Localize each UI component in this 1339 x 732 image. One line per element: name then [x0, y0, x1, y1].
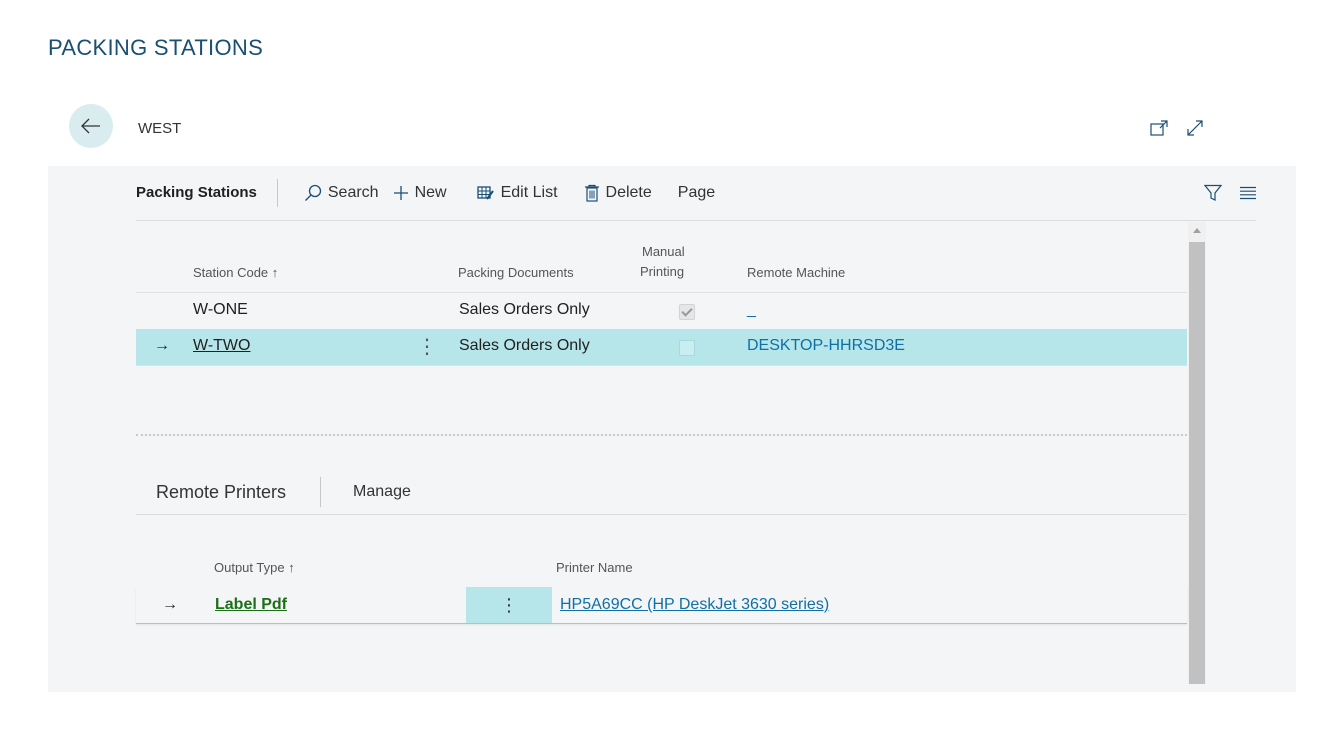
edit-list-button[interactable]: Edit List [476, 184, 558, 202]
header-packing-documents[interactable]: Packing Documents [458, 265, 574, 280]
scroll-up-icon[interactable] [1193, 228, 1201, 233]
station-code-cell[interactable]: W-TWO [193, 337, 250, 355]
content-card: Packing Stations Search New Edit List De… [48, 166, 1296, 692]
search-label: Search [327, 184, 379, 201]
table-row[interactable]: W-ONE Sales Orders Only _ [136, 292, 1187, 330]
header-remote-machine[interactable]: Remote Machine [747, 265, 845, 280]
vertical-scrollbar[interactable] [1188, 222, 1206, 684]
page-label: Page [677, 184, 716, 201]
new-label: New [414, 184, 447, 201]
page-title: PACKING STATIONS [48, 35, 264, 60]
scrollbar-thumb[interactable] [1189, 242, 1205, 684]
header-output-type[interactable]: Output Type ↑ [214, 560, 295, 575]
top-icons [1148, 117, 1206, 139]
trash-icon [584, 184, 599, 202]
subpage-row[interactable]: → Label Pdf ⋮ HP5A69CC (HP DeskJet 3630 … [136, 587, 1187, 624]
expand-icon[interactable] [1184, 117, 1206, 139]
header-station-code[interactable]: Station Code ↑ [193, 265, 278, 280]
edit-list-icon [476, 186, 494, 200]
manage-button[interactable]: Manage [353, 483, 411, 501]
header-manual-printing-line2[interactable]: Printing [640, 264, 684, 279]
back-button[interactable] [69, 104, 113, 148]
new-button[interactable]: New [393, 184, 447, 202]
open-new-window-icon[interactable] [1148, 117, 1170, 139]
station-code-cell[interactable]: W-ONE [193, 301, 248, 319]
filter-icon[interactable] [1204, 184, 1222, 202]
record-title: WEST [138, 120, 182, 137]
row-menu-icon[interactable]: ⋮ [466, 587, 552, 623]
delete-button[interactable]: Delete [584, 184, 652, 202]
manual-printing-checkbox[interactable] [679, 340, 695, 356]
right-icons [1204, 184, 1256, 202]
remote-machine-cell[interactable]: DESKTOP-HHRSD3E [747, 337, 905, 355]
manual-printing-checkbox[interactable] [679, 304, 695, 320]
header-printer-name[interactable]: Printer Name [556, 560, 633, 575]
subpage-action-bar: Remote Printers Manage [136, 470, 1187, 515]
remote-machine-cell[interactable]: _ [747, 301, 756, 319]
row-marker-icon: → [154, 337, 170, 354]
delete-label: Delete [605, 184, 652, 201]
subpage-caption: Remote Printers [156, 477, 322, 507]
list-caption: Packing Stations [136, 179, 278, 207]
packing-documents-cell[interactable]: Sales Orders Only [459, 337, 590, 355]
printer-name-cell[interactable]: HP5A69CC (HP DeskJet 3630 series) [560, 596, 829, 614]
section-divider [136, 434, 1187, 436]
edit-list-label: Edit List [500, 184, 558, 201]
search-button[interactable]: Search [304, 184, 379, 202]
search-icon [304, 184, 322, 201]
plus-icon [393, 186, 408, 200]
row-marker-icon: → [162, 596, 178, 613]
row-menu-icon[interactable]: ⋮ [417, 334, 437, 359]
back-arrow-icon [81, 118, 100, 134]
output-type-cell[interactable]: Label Pdf [215, 596, 287, 614]
packing-documents-cell[interactable]: Sales Orders Only [459, 301, 590, 319]
page-menu-button[interactable]: Page [678, 184, 715, 202]
action-bar: Packing Stations Search New Edit List De… [136, 166, 1256, 221]
list-view-icon[interactable] [1240, 186, 1256, 200]
table-row[interactable]: → W-TWO ⋮ Sales Orders Only DESKTOP-HHRS… [136, 329, 1187, 366]
header-manual-printing-line1[interactable]: Manual [642, 244, 685, 259]
